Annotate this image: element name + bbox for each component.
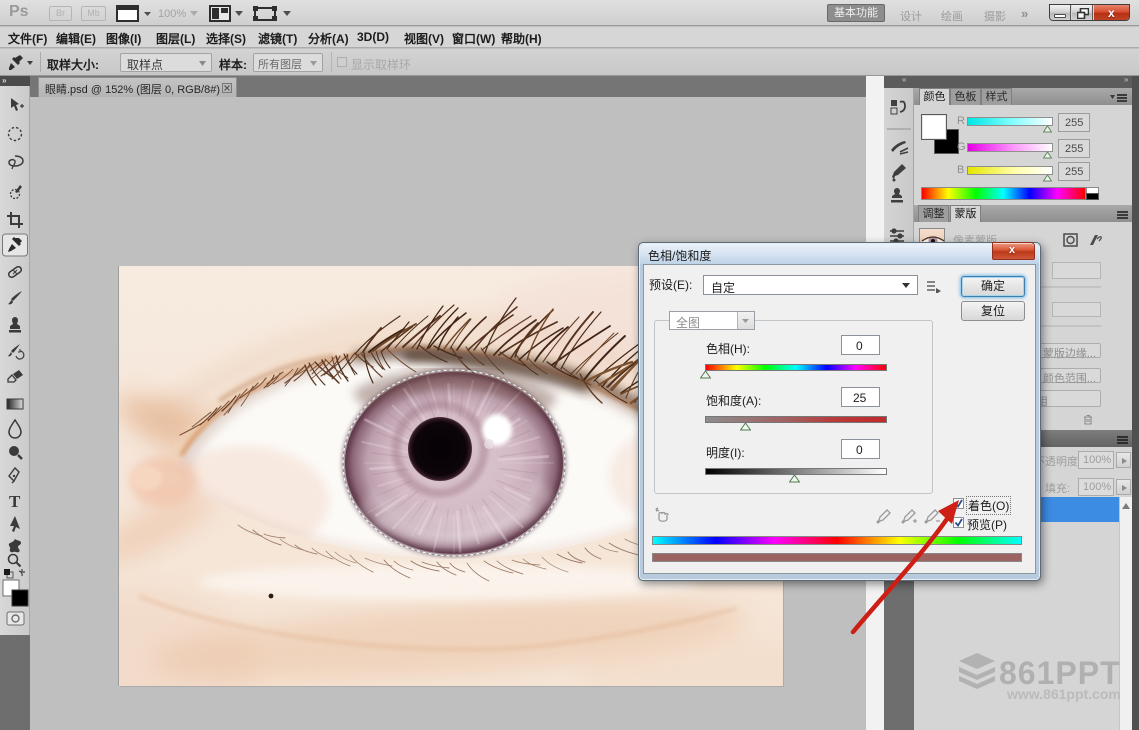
svg-text:www.861ppt.com: www.861ppt.com <box>1006 686 1121 702</box>
svg-text:T: T <box>9 492 21 511</box>
